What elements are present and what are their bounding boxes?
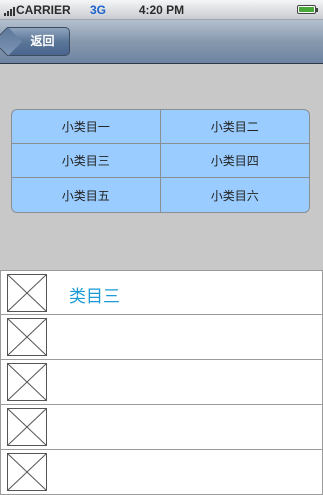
image-placeholder-icon <box>7 408 47 446</box>
image-placeholder-icon <box>7 274 47 312</box>
subcategory-4[interactable]: 小类目四 <box>160 144 309 178</box>
category-list: 类目三 <box>0 270 323 495</box>
category-grid: 小类目一 小类目二 小类目三 小类目四 小类目五 小类目六 <box>11 109 310 213</box>
subcategory-1[interactable]: 小类目一 <box>12 110 161 144</box>
image-placeholder-icon <box>7 363 47 401</box>
battery-tip <box>316 8 318 12</box>
list-item[interactable]: 类目三 <box>0 270 323 315</box>
subcategory-6[interactable]: 小类目六 <box>161 178 310 212</box>
subcategory-3[interactable]: 小类目三 <box>12 144 161 178</box>
subcategory-5[interactable]: 小类目五 <box>12 178 161 212</box>
image-placeholder-icon <box>7 453 47 491</box>
list-item[interactable] <box>0 315 323 360</box>
category-grid-area: 小类目一 小类目二 小类目三 小类目四 小类目五 小类目六 <box>0 64 323 270</box>
status-bar: CARRIER 3G 4:20 PM <box>0 0 323 20</box>
list-item[interactable] <box>0 450 323 495</box>
subcategory-2[interactable]: 小类目二 <box>160 110 309 144</box>
navigation-bar: 返回 <box>0 20 323 64</box>
list-item[interactable] <box>0 405 323 450</box>
battery-level <box>299 7 314 12</box>
status-time: 4:20 PM <box>138 3 185 17</box>
list-item-title: 类目三 <box>69 287 120 307</box>
back-button[interactable]: 返回 <box>0 26 70 57</box>
battery-icon <box>297 5 316 14</box>
back-button-label: 返回 <box>30 34 55 48</box>
back-arrow-icon <box>0 26 23 57</box>
image-placeholder-icon <box>7 318 47 356</box>
list-item[interactable] <box>0 360 323 405</box>
